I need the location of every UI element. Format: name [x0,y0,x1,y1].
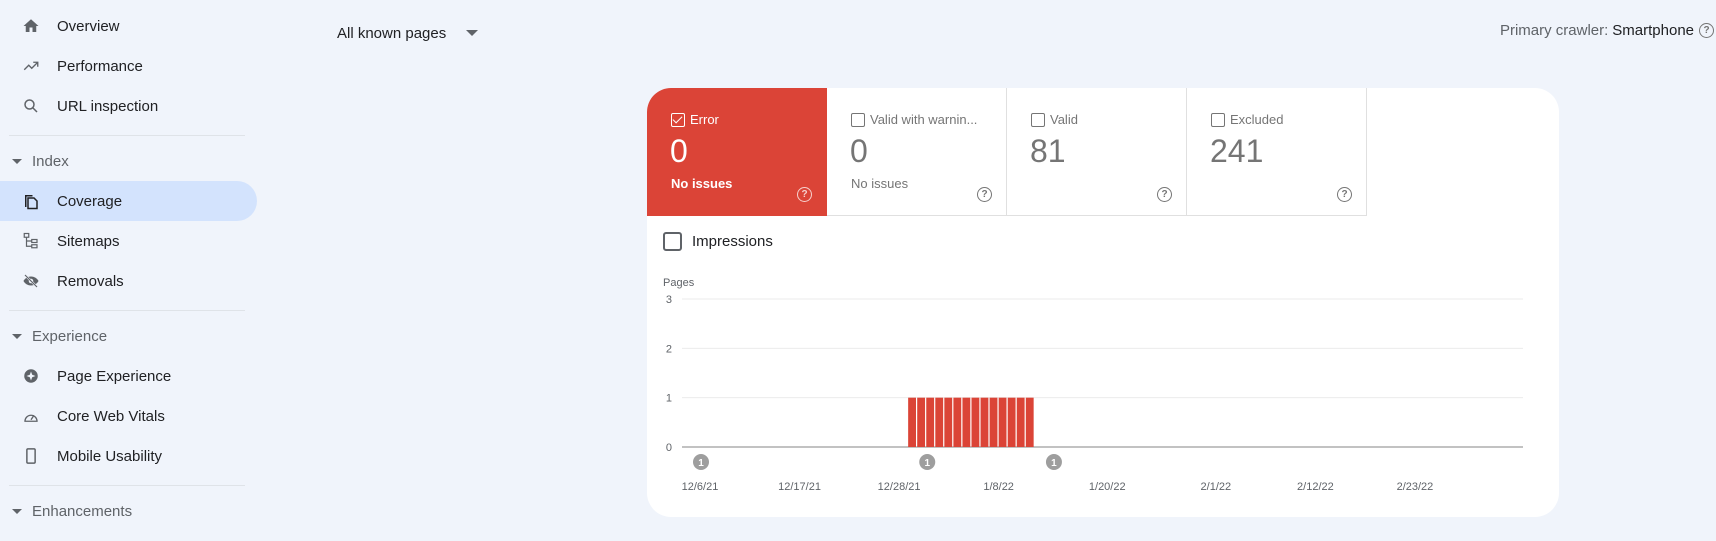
sidebar-item-label: Coverage [57,192,123,210]
caret-down-icon [12,333,22,339]
sidebar-item-removals[interactable]: Removals [0,261,257,301]
grid: 0 1 2 3 [666,294,1523,454]
sitemap-icon [21,231,41,251]
annotation-label: 1 [924,458,930,469]
page-experience-icon [21,366,41,386]
sidebar-item-url-inspection[interactable]: URL inspection [0,86,257,126]
sidebar-item-label: Removals [57,272,124,290]
dropdown-arrow-icon [466,30,479,36]
page-filter-dropdown[interactable]: All known pages [337,20,479,46]
y-tick-label: 3 [666,294,672,306]
primary-crawler: Primary crawler: Smartphone ? [1500,22,1714,39]
x-tick-label: 1/20/22 [1089,481,1126,493]
section-enhancements-toggle[interactable]: Enhancements [12,499,132,523]
x-tick-label: 2/12/22 [1297,481,1334,493]
sidebar-item-label: URL inspection [57,97,159,115]
sidebar-item-label: Core Web Vitals [57,407,165,425]
sidebar-item-coverage[interactable]: Coverage [0,181,257,221]
caret-down-icon [12,158,22,164]
crawler-label: Primary crawler: [1499,22,1609,39]
bar [989,397,998,447]
coverage-chart: Pages 0 1 2 3 1 1 1 12/6/21 12/17/21 12/28/21 1/… [663,277,1523,493]
x-tick-label: 12/6/21 [682,481,719,493]
bar [917,397,926,447]
bar [944,397,953,447]
coverage-card: Error 0 No issues ? Valid with warnin...… [647,88,1559,517]
bar [926,397,935,447]
sidebar-item-label: Overview [57,17,120,35]
annotation-label: 1 [698,458,704,469]
sidebar-item-performance[interactable]: Performance [0,46,257,86]
sidebar-item-core-web-vitals[interactable]: Core Web Vitals [0,396,257,436]
bar [908,397,916,447]
crawler-value: Smartphone [1612,22,1694,39]
sidebar-item-label: Sitemaps [57,232,120,250]
bar [1016,397,1025,447]
sidebar-item-page-experience[interactable]: Page Experience [0,356,257,396]
visibility-off-icon [21,271,41,291]
section-experience-toggle[interactable]: Experience [12,324,107,348]
search-icon [21,96,41,116]
sidebar-item-label: Page Experience [57,367,172,385]
x-axis: 12/6/21 12/17/21 12/28/21 1/8/22 1/20/22 2/1/… [682,481,1434,493]
divider [9,135,245,136]
bar [953,397,962,447]
speed-gauge-icon [21,406,41,426]
sidebar-item-mobile-usability[interactable]: Mobile Usability [0,436,257,476]
bars [908,397,1034,447]
divider [9,485,245,486]
bar [1025,397,1034,447]
y-tick-label: 0 [666,442,672,454]
y-tick-label: 2 [666,343,672,355]
help-icon[interactable]: ? [1699,23,1714,38]
section-label: Experience [32,327,108,345]
bar [980,397,989,447]
section-label: Enhancements [32,502,133,520]
x-tick-label: 2/1/22 [1201,481,1232,493]
annotations: 1 1 1 [693,454,1062,470]
sidebar-item-label: Performance [57,57,143,75]
home-icon [21,16,41,36]
x-tick-label: 2/23/22 [1397,481,1434,493]
bar [971,397,980,447]
bar [1007,397,1016,447]
page-filter-value: All known pages [337,24,447,42]
sidebar-item-sitemaps[interactable]: Sitemaps [0,221,257,261]
section-label: Index [32,152,69,170]
y-tick-label: 1 [666,393,672,405]
annotation-label: 1 [1051,458,1057,469]
x-tick-label: 12/17/21 [778,481,821,493]
sidebar-item-label: Mobile Usability [57,447,163,465]
smartphone-icon [21,446,41,466]
coverage-icon [21,191,41,211]
bar [935,397,944,447]
x-tick-label: 12/28/21 [878,481,921,493]
trending-up-icon [21,56,41,76]
divider [9,310,245,311]
x-tick-label: 1/8/22 [983,481,1014,493]
bar [962,397,971,447]
sidebar: Overview Performance URL inspection Inde… [0,0,260,541]
y-axis-title: Pages [663,277,695,289]
sidebar-item-overview[interactable]: Overview [0,6,257,46]
caret-down-icon [12,508,22,514]
bar [998,397,1007,447]
section-index-toggle[interactable]: Index [12,149,69,173]
